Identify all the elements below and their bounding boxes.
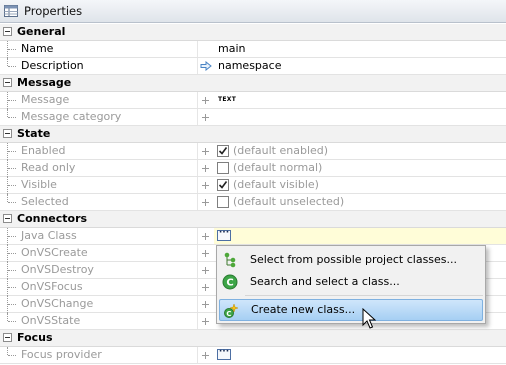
properties-icon (4, 5, 18, 17)
property-label: Enabled (21, 144, 66, 157)
property-label: Name (21, 42, 54, 55)
collapse-icon[interactable] (3, 129, 12, 138)
mouse-cursor-icon (362, 308, 376, 329)
selected-checkbox[interactable] (217, 196, 229, 208)
checkmark-icon (218, 147, 228, 155)
category-label: Connectors (17, 212, 88, 225)
add-icon[interactable] (200, 282, 211, 293)
property-label: Visible (21, 178, 57, 191)
property-row-visible[interactable]: Visible (default visible) (0, 177, 506, 194)
category-label: General (17, 25, 66, 38)
add-icon[interactable] (200, 299, 211, 310)
property-row-java-class[interactable]: Java Class ··· (0, 228, 506, 245)
property-row-name[interactable]: Name main (0, 41, 506, 58)
java-class-popup-menu: Select from possible project classes... … (216, 245, 486, 324)
property-label: Message category (21, 110, 122, 123)
add-icon[interactable] (200, 180, 211, 191)
read-only-value: (default normal) (214, 160, 506, 176)
menu-item-select-project-class[interactable]: Select from possible project classes... (217, 249, 485, 271)
add-icon[interactable] (200, 231, 211, 242)
svg-text:C: C (226, 310, 231, 318)
add-icon[interactable] (200, 95, 211, 106)
category-label: Focus (17, 331, 53, 344)
ellipsis-button[interactable]: ··· (217, 348, 231, 360)
property-row-focus-provider[interactable]: Focus provider ··· (0, 347, 506, 364)
add-icon[interactable] (200, 146, 211, 157)
collapse-icon[interactable] (3, 78, 12, 87)
add-icon[interactable] (200, 248, 211, 259)
arrow-right-icon[interactable] (200, 61, 212, 71)
property-row-message[interactable]: Message TEXT (0, 92, 506, 109)
search-class-icon: C (222, 274, 238, 290)
property-label: Description (21, 59, 84, 72)
add-icon[interactable] (200, 316, 211, 327)
property-label: OnVSCreate (21, 246, 88, 259)
menu-divider (245, 295, 483, 296)
enabled-checkbox[interactable] (217, 145, 229, 157)
property-label: OnVSChange (21, 297, 94, 310)
selected-value: (default unselected) (214, 194, 506, 210)
property-label: Selected (21, 195, 69, 208)
add-icon[interactable] (200, 163, 211, 174)
property-label: Message (21, 93, 70, 106)
description-value-field[interactable]: namespace (214, 58, 506, 74)
category-state[interactable]: State (0, 126, 506, 143)
read-only-checkbox[interactable] (217, 162, 229, 174)
add-icon[interactable] (200, 265, 211, 276)
new-class-icon: C (224, 303, 239, 318)
category-message[interactable]: Message (0, 75, 506, 92)
collapse-icon[interactable] (3, 214, 12, 223)
checkmark-icon (218, 181, 228, 189)
visible-checkbox[interactable] (217, 179, 229, 191)
hierarchy-icon (224, 252, 236, 268)
property-row-description[interactable]: Description namespace (0, 58, 506, 75)
property-label: OnVSState (21, 314, 81, 327)
category-label: State (17, 127, 51, 140)
enabled-value: (default enabled) (214, 143, 506, 159)
category-general[interactable]: General (0, 24, 506, 41)
visible-value: (default visible) (214, 177, 506, 193)
property-label: Java Class (21, 229, 77, 242)
menu-item-search-class[interactable]: C Search and select a class... (217, 271, 485, 293)
focus-provider-value: ··· (214, 347, 506, 363)
java-class-value-field[interactable]: ··· (214, 228, 506, 244)
property-label: OnVSFocus (21, 280, 83, 293)
text-type-icon: TEXT (218, 96, 237, 103)
collapse-icon[interactable] (3, 333, 12, 342)
property-label: Read only (21, 161, 76, 174)
add-icon[interactable] (200, 112, 211, 123)
name-value-field[interactable]: main (214, 41, 506, 57)
message-value-field[interactable]: TEXT (214, 92, 506, 108)
properties-titlebar: Properties (0, 0, 506, 23)
category-focus[interactable]: Focus (0, 330, 506, 347)
svg-text:C: C (226, 278, 233, 289)
property-label: Focus provider (21, 348, 102, 361)
property-label: OnVSDestroy (21, 263, 94, 276)
panel-title: Properties (24, 4, 83, 18)
property-row-selected[interactable]: Selected (default unselected) (0, 194, 506, 211)
add-icon[interactable] (200, 350, 211, 361)
add-icon[interactable] (200, 197, 211, 208)
ellipsis-button[interactable]: ··· (217, 229, 231, 241)
menu-item-create-new-class[interactable]: C Create new class... (219, 299, 483, 321)
property-row-message-category[interactable]: Message category (0, 109, 506, 126)
property-row-read-only[interactable]: Read only (default normal) (0, 160, 506, 177)
collapse-icon[interactable] (3, 27, 12, 36)
category-connectors[interactable]: Connectors (0, 211, 506, 228)
property-row-enabled[interactable]: Enabled (default enabled) (0, 143, 506, 160)
category-label: Message (17, 76, 72, 89)
